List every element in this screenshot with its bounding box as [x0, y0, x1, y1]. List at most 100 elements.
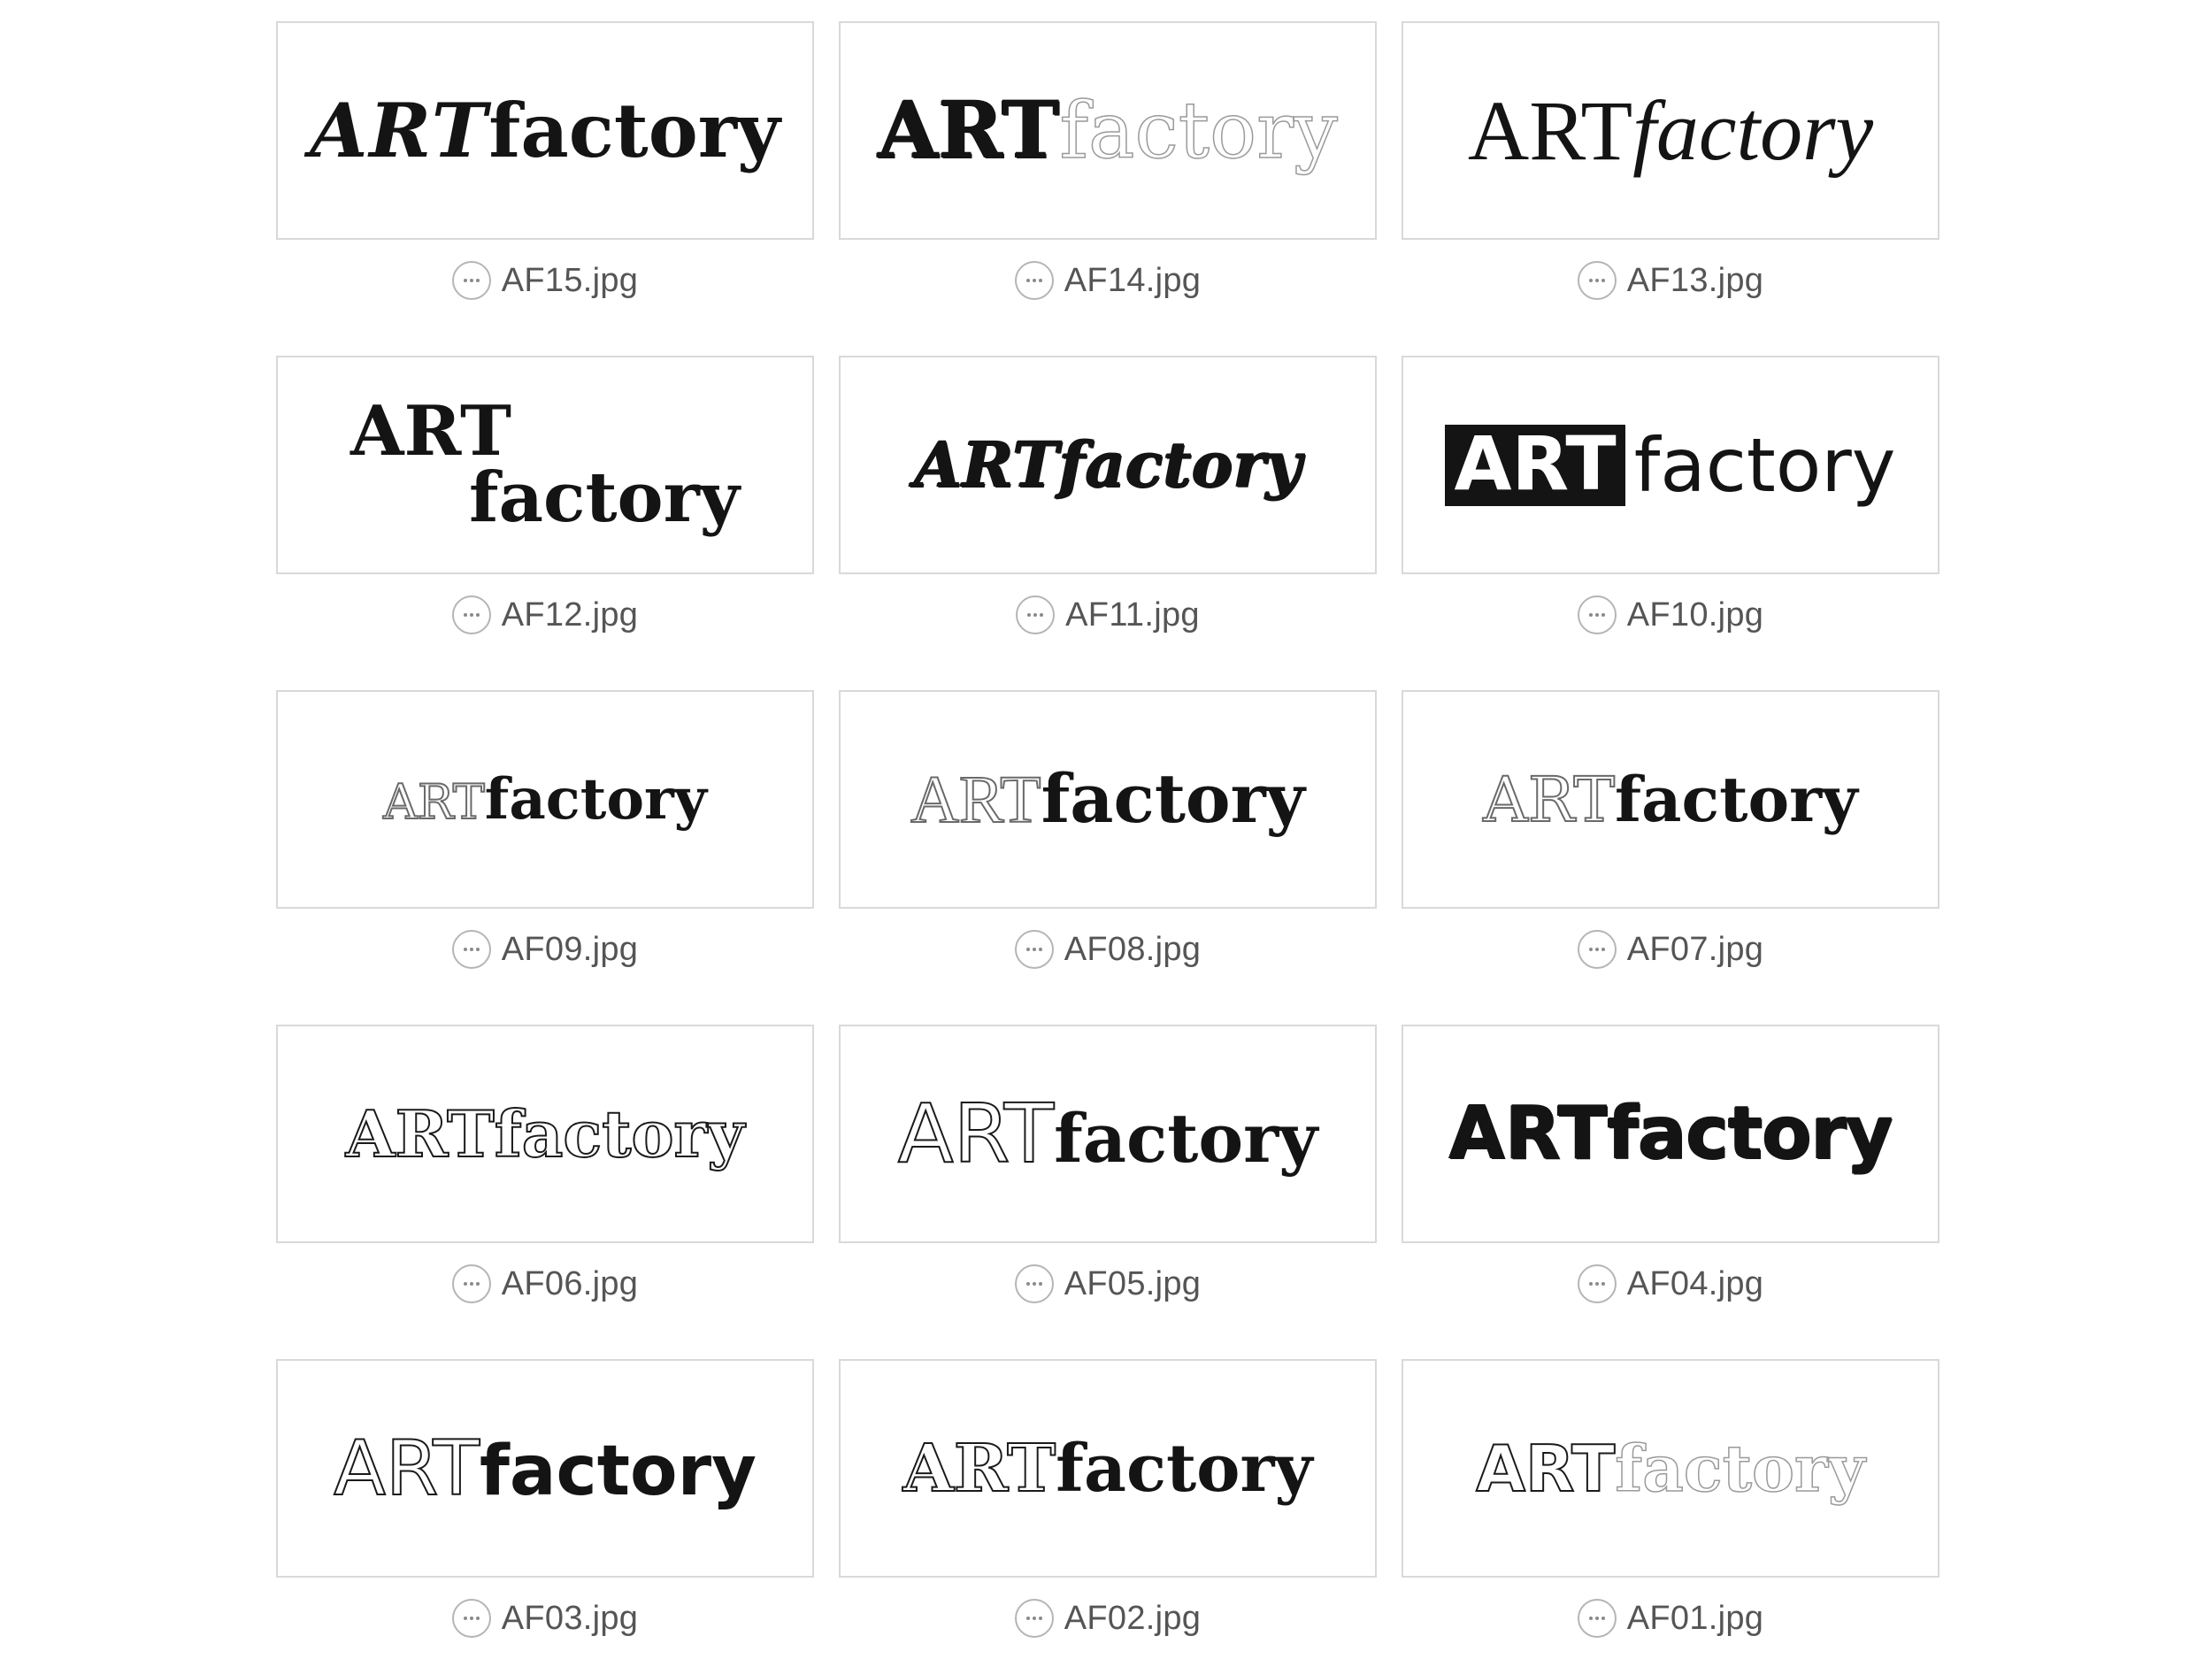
thumbnail[interactable]: ART factory: [1402, 1359, 1939, 1578]
logo-artwork: ART factory: [1475, 1430, 1866, 1506]
more-options-icon[interactable]: [1577, 1599, 1617, 1638]
file-item-af06[interactable]: ART factory AF06.jpg: [276, 1025, 814, 1317]
logo-word-art: ART: [1475, 1431, 1616, 1506]
logo-artwork: ART factory: [1445, 424, 1896, 506]
thumbnail[interactable]: ART factory: [839, 21, 1377, 240]
logo-artwork: ART factory: [345, 1095, 746, 1171]
thumbnail[interactable]: ART factory: [276, 1359, 814, 1578]
file-caption: AF13.jpg: [1402, 258, 1939, 303]
thumbnail[interactable]: ART factory: [839, 356, 1377, 574]
logo-word-factory: factory: [1607, 1091, 1893, 1176]
file-name[interactable]: AF12.jpg: [502, 596, 639, 634]
thumbnail[interactable]: ART factory: [1402, 1025, 1939, 1243]
file-name[interactable]: AF06.jpg: [502, 1265, 639, 1303]
file-item-af02[interactable]: ART factory AF02.jpg: [839, 1359, 1377, 1651]
more-options-icon[interactable]: [451, 1599, 491, 1638]
logo-word-factory: factory: [1059, 85, 1339, 176]
logo-word-art: ART: [345, 1095, 495, 1171]
file-name[interactable]: AF15.jpg: [502, 262, 639, 300]
file-name[interactable]: AF09.jpg: [502, 931, 639, 969]
more-options-icon[interactable]: [1014, 1264, 1054, 1303]
logo-artwork: ART factory: [914, 434, 1302, 496]
logo-word-art: ART: [913, 427, 1059, 502]
file-caption: AF06.jpg: [276, 1262, 814, 1306]
file-name[interactable]: AF02.jpg: [1064, 1600, 1202, 1638]
logo-word-factory: factory: [1615, 1430, 1866, 1506]
logo-artwork: ART factory: [350, 391, 740, 538]
file-item-af04[interactable]: ART factory AF04.jpg: [1402, 1025, 1939, 1317]
file-name[interactable]: AF04.jpg: [1627, 1265, 1764, 1303]
file-item-af15[interactable]: ART factory AF15.jpg: [276, 21, 814, 313]
file-item-af03[interactable]: ART factory AF03.jpg: [276, 1359, 814, 1651]
logo-word-art: ART: [1445, 424, 1625, 506]
thumbnail[interactable]: ART factory: [1402, 690, 1939, 909]
logo-word-art: ART: [350, 391, 512, 472]
file-name[interactable]: AF10.jpg: [1627, 596, 1764, 634]
file-item-af13[interactable]: ART factory AF13.jpg: [1402, 21, 1939, 313]
more-options-icon[interactable]: [1014, 930, 1054, 969]
file-name[interactable]: AF07.jpg: [1627, 931, 1764, 969]
logo-word-factory: factory: [468, 457, 740, 538]
thumbnail[interactable]: ART factory: [839, 1359, 1377, 1578]
more-options-icon[interactable]: [1014, 1599, 1054, 1638]
file-caption: AF14.jpg: [839, 258, 1377, 303]
more-options-icon[interactable]: [1577, 1264, 1617, 1303]
file-item-af07[interactable]: ART factory AF07.jpg: [1402, 690, 1939, 982]
logo-word-art: ART: [1467, 82, 1633, 178]
file-item-af08[interactable]: ART factory AF08.jpg: [839, 690, 1377, 982]
logo-artwork: ART factory: [1449, 1091, 1893, 1176]
file-caption: AF12.jpg: [276, 593, 814, 637]
more-options-icon[interactable]: [1016, 595, 1056, 634]
more-options-icon[interactable]: [451, 595, 491, 634]
file-item-af09[interactable]: ART factory AF09.jpg: [276, 690, 814, 982]
logo-word-art: ART: [878, 84, 1060, 176]
file-name[interactable]: AF14.jpg: [1064, 262, 1202, 300]
logo-word-art: ART: [333, 1424, 480, 1513]
logo-word-factory: factory: [1056, 1430, 1313, 1507]
thumbnail[interactable]: ART factory: [276, 690, 814, 909]
logo-word-art: ART: [897, 1086, 1055, 1181]
file-caption: AF04.jpg: [1402, 1262, 1939, 1306]
file-item-af05[interactable]: ART factory AF05.jpg: [839, 1025, 1377, 1317]
file-item-af10[interactable]: ART factory AF10.jpg: [1402, 356, 1939, 648]
logo-artwork: ART factory: [382, 765, 707, 833]
logo-word-art: ART: [910, 763, 1041, 837]
thumbnail[interactable]: ART factory: [276, 21, 814, 240]
logo-word-factory: factory: [1058, 427, 1302, 502]
file-name[interactable]: AF13.jpg: [1627, 262, 1764, 300]
thumbnail[interactable]: ART factory: [276, 1025, 814, 1243]
more-options-icon[interactable]: [1014, 261, 1054, 300]
logo-word-art: ART: [382, 773, 486, 830]
more-options-icon[interactable]: [451, 1264, 491, 1303]
more-options-icon[interactable]: [1577, 595, 1617, 634]
file-caption: AF03.jpg: [276, 1596, 814, 1640]
thumbnail[interactable]: ART factory: [1402, 21, 1939, 240]
file-name[interactable]: AF08.jpg: [1064, 931, 1202, 969]
file-name[interactable]: AF01.jpg: [1627, 1600, 1764, 1638]
file-item-af01[interactable]: ART factory AF01.jpg: [1402, 1359, 1939, 1651]
file-caption: AF02.jpg: [839, 1596, 1377, 1640]
file-caption: AF05.jpg: [839, 1262, 1377, 1306]
file-name[interactable]: AF05.jpg: [1064, 1265, 1202, 1303]
logo-word-factory: factory: [1054, 1098, 1318, 1178]
logo-artwork: ART factory: [897, 1086, 1318, 1181]
logo-word-factory: factory: [484, 765, 707, 833]
logo-artwork: ART factory: [1482, 768, 1857, 832]
logo-word-factory: factory: [479, 1431, 757, 1511]
file-item-af12[interactable]: ART factory AF12.jpg: [276, 356, 814, 648]
logo-artwork: ART factory: [902, 1430, 1313, 1507]
file-item-af14[interactable]: ART factory AF14.jpg: [839, 21, 1377, 313]
file-name[interactable]: AF11.jpg: [1065, 596, 1200, 634]
thumbnail[interactable]: ART factory: [839, 1025, 1377, 1243]
file-grid: ART factory AF15.jpg ART factory AF14.jpg …: [0, 0, 2212, 1659]
logo-artwork: ART factory: [1468, 88, 1873, 173]
file-name[interactable]: AF03.jpg: [502, 1600, 639, 1638]
thumbnail[interactable]: ART factory: [839, 690, 1377, 909]
thumbnail[interactable]: ART factory: [1402, 356, 1939, 574]
more-options-icon[interactable]: [451, 930, 491, 969]
more-options-icon[interactable]: [451, 261, 491, 300]
thumbnail[interactable]: ART factory: [276, 356, 814, 574]
more-options-icon[interactable]: [1577, 261, 1617, 300]
file-item-af11[interactable]: ART factory AF11.jpg: [839, 356, 1377, 648]
more-options-icon[interactable]: [1577, 930, 1617, 969]
